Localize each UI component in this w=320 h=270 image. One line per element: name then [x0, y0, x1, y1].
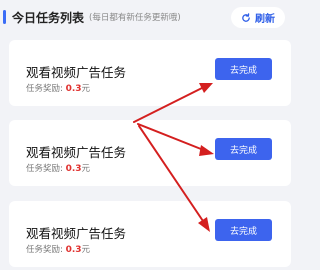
task-reward: 任务奖励: 0.3元 [26, 243, 90, 255]
reward-label: 任务奖励: [26, 245, 63, 255]
task-title: 观看视频广告任务 [26, 145, 127, 160]
task-reward: 任务奖励: 0.3元 [26, 162, 90, 174]
page-title: 今日任务列表 [12, 11, 85, 25]
complete-task-button[interactable]: 去完成 [215, 219, 272, 241]
task-list-header: 今日任务列表 (每日都有新任务更新哦) 刷新 [0, 0, 300, 34]
header-accent-bar [3, 10, 6, 24]
task-title: 观看视频广告任务 [26, 65, 127, 80]
task-reward: 任务奖励: 0.3元 [26, 82, 90, 94]
task-card: 观看视频广告任务 任务奖励: 0.3元 去完成 [9, 40, 291, 106]
complete-task-button[interactable]: 去完成 [215, 138, 272, 160]
reward-amount: 0.3 [65, 245, 82, 255]
reward-label: 任务奖励: [26, 84, 63, 94]
refresh-label: 刷新 [255, 14, 275, 25]
refresh-icon [241, 12, 251, 23]
reward-unit: 元 [81, 164, 91, 174]
task-title: 观看视频广告任务 [26, 226, 127, 241]
task-card: 观看视频广告任务 任务奖励: 0.3元 去完成 [9, 120, 291, 186]
reward-amount: 0.3 [65, 164, 82, 174]
refresh-button[interactable]: 刷新 [231, 7, 285, 28]
complete-task-button[interactable]: 去完成 [215, 58, 272, 80]
reward-amount: 0.3 [65, 84, 82, 94]
reward-unit: 元 [81, 245, 91, 255]
page-subtitle: (每日都有新任务更新哦) [89, 13, 181, 23]
reward-label: 任务奖励: [26, 164, 63, 174]
task-list-page: 今日任务列表 (每日都有新任务更新哦) 刷新 观看视频广告任务 任务奖励: 0.… [0, 0, 300, 270]
reward-unit: 元 [81, 84, 91, 94]
task-card: 观看视频广告任务 任务奖励: 0.3元 去完成 [9, 201, 291, 267]
